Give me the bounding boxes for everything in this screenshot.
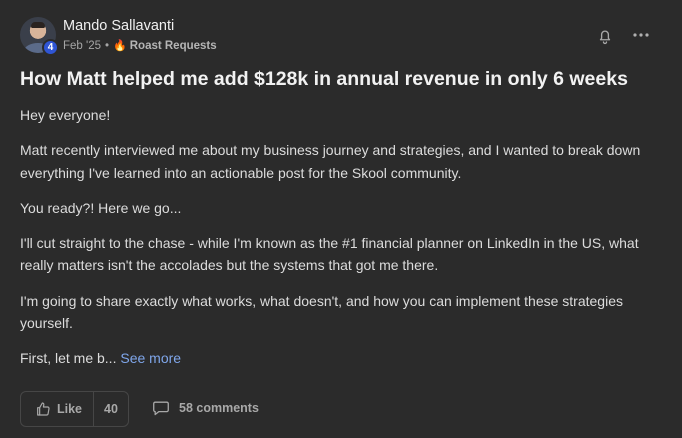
post-paragraph: Matt recently interviewed me about my bu… [20, 142, 641, 181]
post-paragraph-truncated: First, let me b... See more [20, 347, 666, 369]
comments-label: 58 comments [179, 401, 259, 415]
post-paragraph: I'm going to share exactly what works, w… [20, 292, 623, 332]
post-date: Feb '25 [63, 39, 101, 52]
level-badge: 4 [42, 39, 59, 56]
category-link[interactable]: Roast Requests [130, 40, 217, 52]
post-meta: Feb '25 • 🔥 Roast Requests [63, 39, 217, 53]
fire-icon: 🔥 [113, 40, 127, 52]
avatar[interactable]: 4 [20, 17, 59, 56]
post-card: 4 Mando Sallavanti Feb '25 • 🔥 Roast Req… [0, 0, 682, 438]
like-label: Like [57, 402, 83, 416]
truncated-text: First, let me b... [20, 350, 117, 367]
post-paragraph: You ready?! Here we go... [20, 199, 182, 216]
more-icon[interactable] [631, 26, 651, 44]
thumbs-up-icon [37, 402, 50, 416]
post-body: Hey everyone! Matt recently interviewed … [20, 104, 666, 383]
meta-separator: • [105, 39, 110, 52]
author-name[interactable]: Mando Sallavanti [63, 18, 174, 34]
like-control: Like 40 [20, 391, 129, 427]
like-button[interactable]: Like [21, 392, 94, 426]
comments-button[interactable]: 58 comments [152, 400, 259, 416]
comment-icon [153, 401, 169, 416]
bell-icon[interactable] [596, 27, 614, 45]
post-title[interactable]: How Matt helped me add $128k in annual r… [20, 68, 628, 91]
see-more-link[interactable]: See more [120, 350, 181, 366]
post-paragraph: I'll cut straight to the chase - while I… [20, 235, 639, 274]
post-paragraph: Hey everyone! [20, 107, 111, 123]
like-count[interactable]: 40 [94, 392, 128, 426]
